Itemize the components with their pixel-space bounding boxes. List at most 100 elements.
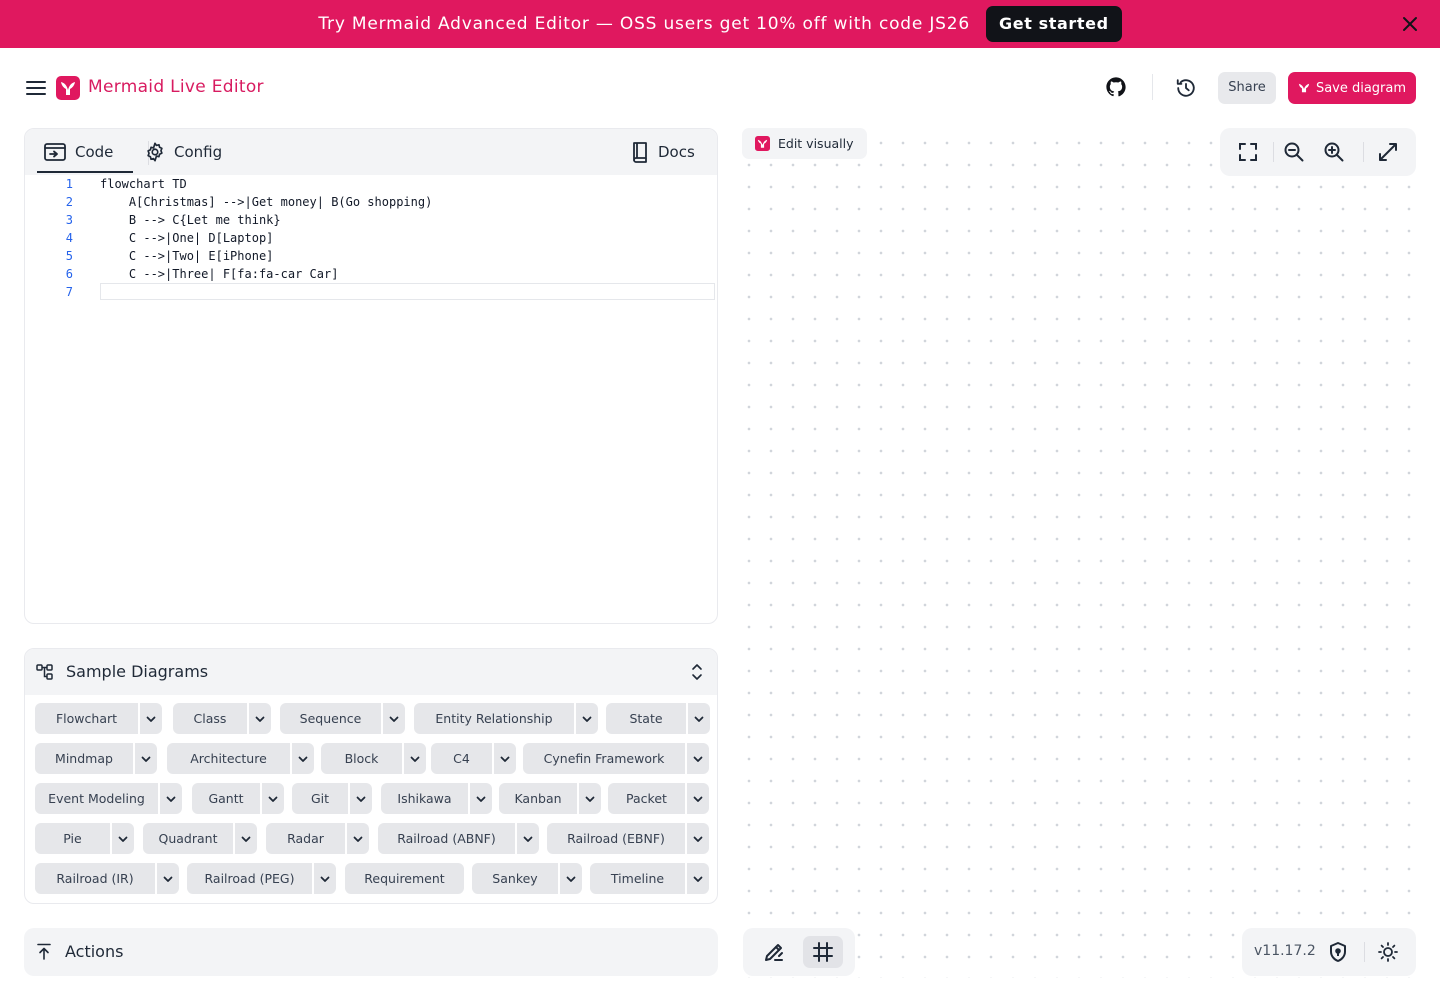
diagram-canvas[interactable] [730,128,1420,978]
sample-diagram-chip[interactable]: Block [321,743,426,774]
chevron-down-icon[interactable] [348,783,372,814]
sample-diagram-label[interactable]: Cynefin Framework [523,743,685,774]
grid-toggle[interactable] [803,936,843,968]
chevron-down-icon[interactable] [685,743,709,774]
sample-diagram-chip[interactable]: Git [292,783,372,814]
sample-diagram-label[interactable]: Mindmap [35,743,133,774]
sample-diagram-chip[interactable]: Ishikawa [381,783,492,814]
sun-icon[interactable] [1377,941,1399,963]
chevron-down-icon[interactable] [558,863,582,894]
sample-diagram-label[interactable]: Railroad (EBNF) [547,823,685,854]
sample-diagram-label[interactable]: Event Modeling [35,783,158,814]
sample-diagram-label[interactable]: State [606,703,686,734]
chevron-down-icon[interactable] [247,703,271,734]
github-icon[interactable] [1105,76,1127,98]
zoom-out-icon[interactable] [1283,141,1305,163]
edit-visually-button[interactable]: Edit visually [742,128,867,159]
history-icon[interactable] [1175,77,1197,99]
chevron-down-icon[interactable] [686,703,710,734]
hamburger-menu-icon[interactable] [26,79,46,97]
shield-lock-icon[interactable] [1327,941,1349,963]
sample-diagram-chip[interactable]: Sequence [280,703,405,734]
chevron-down-icon[interactable] [110,823,134,854]
app-title[interactable]: Mermaid Live Editor [88,77,264,97]
sample-diagram-chip[interactable]: Railroad (PEG) [187,863,336,894]
sample-diagram-chip[interactable]: Event Modeling [35,783,182,814]
chevron-down-icon[interactable] [260,783,284,814]
code-editor[interactable]: 1 flowchart TD 2 A[Christmas] -->|Get mon… [25,175,717,623]
zoom-in-icon[interactable] [1323,141,1345,163]
chevron-down-icon[interactable] [685,863,709,894]
chevron-down-icon[interactable] [402,743,426,774]
sample-diagram-chip[interactable]: Mindmap [35,743,157,774]
chevron-down-icon[interactable] [492,743,516,774]
sample-diagram-label[interactable]: Railroad (IR) [35,863,155,894]
chevron-down-icon[interactable] [312,863,336,894]
sample-diagram-label[interactable]: Class [173,703,247,734]
chevron-down-icon[interactable] [345,823,369,854]
chevron-down-icon[interactable] [515,823,539,854]
sample-diagram-label[interactable]: Block [321,743,402,774]
sample-diagram-label[interactable]: Railroad (ABNF) [378,823,515,854]
actions-panel[interactable]: Actions [24,928,718,976]
sample-diagram-chip[interactable]: Kanban [499,783,601,814]
expand-icon[interactable] [1377,141,1399,163]
sample-diagram-chip[interactable]: Cynefin Framework [523,743,709,774]
sample-diagrams-header[interactable]: Sample Diagrams [25,649,717,695]
sample-diagram-chip[interactable]: Pie [35,823,134,854]
chevron-down-icon[interactable] [574,703,598,734]
sample-diagram-label[interactable]: Git [292,783,348,814]
sample-diagram-chip[interactable]: State [606,703,710,734]
chevron-down-icon[interactable] [158,783,182,814]
sample-diagram-chip[interactable]: Railroad (EBNF) [547,823,709,854]
sample-diagram-label[interactable]: Quadrant [143,823,233,854]
sample-diagram-chip[interactable]: Railroad (IR) [35,863,179,894]
sample-diagram-label[interactable]: Sequence [280,703,381,734]
sample-diagram-label[interactable]: Timeline [590,863,685,894]
fit-view-icon[interactable] [1237,141,1259,163]
get-started-button[interactable]: Get started [986,6,1122,42]
sample-diagram-label[interactable]: C4 [431,743,492,774]
sample-diagram-chip[interactable]: Timeline [590,863,709,894]
sample-diagram-label[interactable]: Requirement [345,863,464,894]
sample-diagram-chip[interactable]: Quadrant [143,823,257,854]
close-icon[interactable] [1400,14,1420,34]
sample-diagram-label[interactable]: Sankey [472,863,558,894]
chevron-down-icon[interactable] [133,743,157,774]
collapse-icon[interactable] [689,663,705,681]
sample-diagram-chip[interactable]: Packet [608,783,709,814]
sample-diagram-chip[interactable]: Gantt [192,783,284,814]
tab-code[interactable]: Code [43,129,113,175]
save-diagram-button[interactable]: Save diagram [1288,72,1416,104]
chevron-down-icon[interactable] [468,783,492,814]
sample-diagram-chip[interactable]: Sankey [472,863,582,894]
sample-diagram-chip[interactable]: Entity Relationship [414,703,598,734]
sample-diagram-label[interactable]: Ishikawa [381,783,468,814]
share-button[interactable]: Share [1218,72,1276,104]
chevron-down-icon[interactable] [685,783,709,814]
chevron-down-icon[interactable] [233,823,257,854]
sample-diagram-label[interactable]: Kanban [499,783,577,814]
sample-diagram-label[interactable]: Architecture [167,743,290,774]
sample-diagram-label[interactable]: Pie [35,823,110,854]
chevron-down-icon[interactable] [290,743,314,774]
chevron-down-icon[interactable] [138,703,162,734]
sample-diagram-label[interactable]: Entity Relationship [414,703,574,734]
tab-config[interactable]: Config [144,129,222,175]
sample-diagram-chip[interactable]: Flowchart [35,703,162,734]
chevron-down-icon[interactable] [155,863,179,894]
sample-diagram-label[interactable]: Flowchart [35,703,138,734]
sample-diagram-label[interactable]: Packet [608,783,685,814]
sample-diagram-chip[interactable]: Architecture [167,743,314,774]
sample-diagram-chip[interactable]: Class [173,703,271,734]
sample-diagram-label[interactable]: Radar [266,823,345,854]
sample-diagram-chip[interactable]: Railroad (ABNF) [378,823,539,854]
sample-diagram-chip[interactable]: Requirement [345,863,464,894]
sample-diagram-label[interactable]: Gantt [192,783,260,814]
tab-docs[interactable]: Docs [630,129,695,175]
chevron-down-icon[interactable] [685,823,709,854]
draw-pen-icon[interactable] [763,941,785,963]
sample-diagram-label[interactable]: Railroad (PEG) [187,863,312,894]
sample-diagram-chip[interactable]: C4 [431,743,516,774]
chevron-down-icon[interactable] [577,783,601,814]
